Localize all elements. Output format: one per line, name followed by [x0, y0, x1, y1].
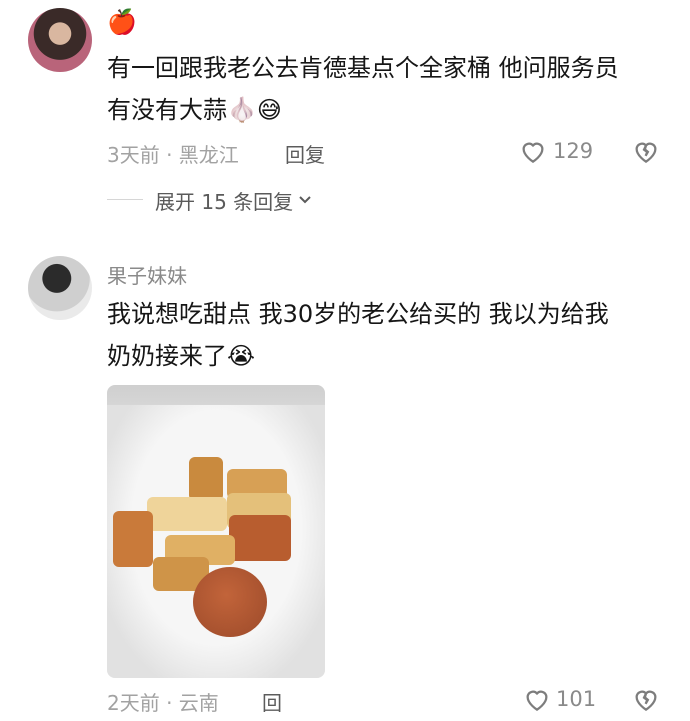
pastry	[147, 497, 227, 531]
pastry	[193, 567, 267, 637]
like-count: 129	[553, 139, 594, 163]
pastry	[229, 515, 291, 561]
heart-outline-icon[interactable]	[522, 684, 552, 714]
reply-button[interactable]: 回复	[285, 139, 325, 168]
avatar[interactable]	[28, 8, 92, 72]
expand-replies-button[interactable]: 展开 15 条回复	[155, 186, 313, 215]
comment-meta: 2天前 · 云南	[107, 691, 219, 715]
avatar[interactable]	[28, 256, 92, 320]
comment-text-line: 有没有大蒜🧄😅	[107, 96, 282, 124]
heart-outline-icon[interactable]	[518, 136, 548, 166]
comment-text-line: 奶奶接来了😭	[107, 342, 256, 370]
expand-replies-label: 展开 15 条回复	[155, 190, 294, 214]
pastry	[189, 457, 223, 501]
username[interactable]: 果子妹妹	[107, 260, 187, 289]
like-count: 101	[556, 687, 597, 711]
pastry	[113, 511, 153, 567]
broken-heart-icon[interactable]	[631, 136, 661, 166]
comment-image[interactable]	[107, 385, 325, 678]
username[interactable]: 🍎	[107, 8, 137, 36]
comment-meta: 3天前 · 黑龙江	[107, 143, 239, 167]
reply-button[interactable]: 回	[262, 687, 282, 716]
comment-text: 我说想吃甜点 我30岁的老公给买的 我以为给我 奶奶接来了😭	[107, 293, 677, 377]
comment-text-line: 我说想吃甜点 我30岁的老公给买的 我以为给我	[107, 300, 609, 328]
comment-text-line: 有一回跟我老公去肯德基点个全家桶 他问服务员	[107, 54, 619, 82]
divider	[107, 199, 143, 200]
broken-heart-icon[interactable]	[631, 684, 661, 714]
comment-text: 有一回跟我老公去肯德基点个全家桶 他问服务员 有没有大蒜🧄😅	[107, 47, 677, 131]
chevron-down-icon	[297, 191, 313, 211]
